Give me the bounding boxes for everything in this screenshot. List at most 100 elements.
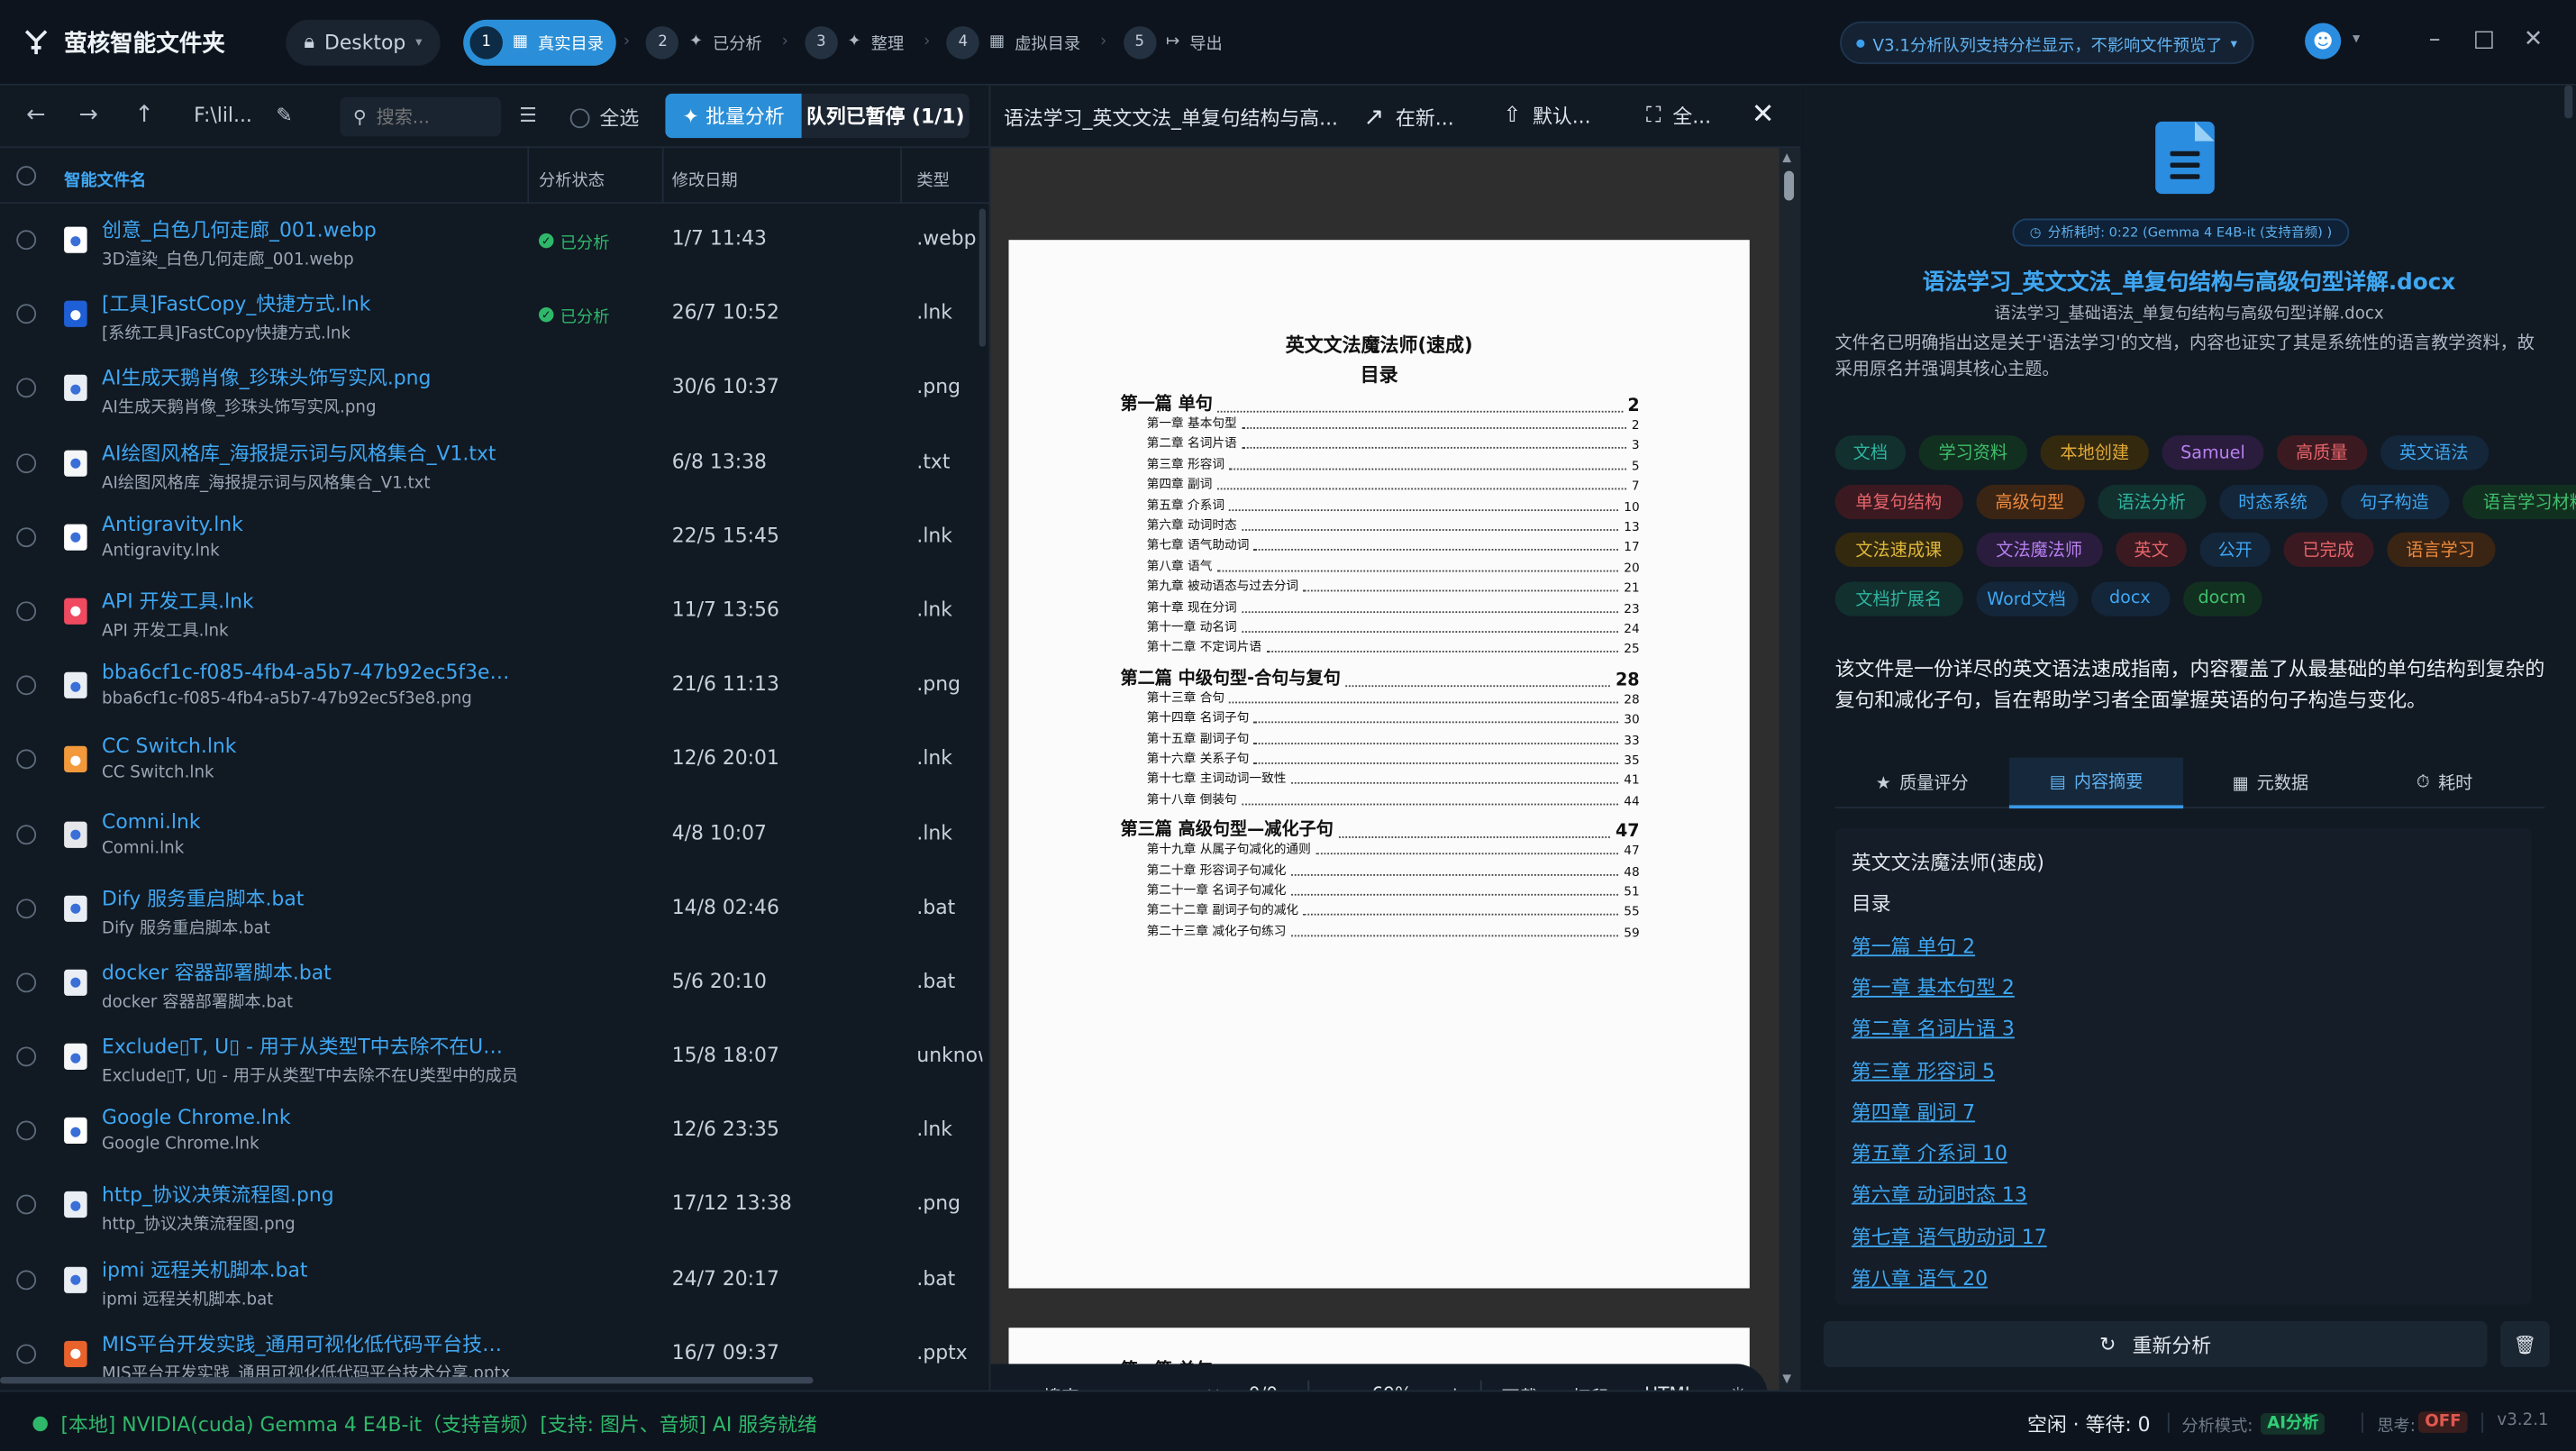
vertical-scrollbar[interactable] — [979, 208, 986, 347]
version-notice[interactable]: V3.1分析队列支持分栏显示，不影响文件预览了 ▾ — [1840, 21, 2254, 65]
list-view-icon[interactable]: ☰ — [519, 104, 537, 127]
header-checkbox[interactable] — [16, 166, 37, 187]
content-link[interactable]: 第七章 语气助动词 17 — [1852, 1222, 2047, 1250]
tag-chip[interactable]: 文法速成课 — [1834, 532, 1962, 568]
up-arrow-icon[interactable]: ↑ — [135, 102, 154, 128]
table-row[interactable]: ● Antigravity.lnk Antigravity.lnk 22/5 1… — [0, 501, 989, 575]
row-checkbox[interactable] — [16, 526, 37, 547]
table-row[interactable]: ● Comni.lnk Comni.lnk 4/8 10:07 .lnk — [0, 798, 989, 872]
table-row[interactable]: ● bba6cf1c-f085-4fb4-a5b7-47b92ec5f3e8.p… — [0, 649, 989, 723]
row-checkbox[interactable] — [16, 230, 37, 251]
table-row[interactable]: ● API 开发工具.lnk API 开发工具.lnk 11/7 13:56 .… — [0, 575, 989, 649]
step-virtual-directory[interactable]: 4 ▦ 虚拟目录 — [940, 19, 1093, 65]
table-row[interactable]: ● Dify 服务重启脚本.bat Dify 服务重启脚本.bat 14/8 0… — [0, 872, 989, 946]
file-name[interactable]: bba6cf1c-f085-4fb4-a5b7-47b92ec5f3e8.png — [102, 661, 513, 684]
content-link[interactable]: 第五章 介系词 10 — [1852, 1139, 2007, 1167]
step-analyzed[interactable]: 2 ✦ 已分析 — [640, 19, 775, 65]
tag-chip[interactable]: 语言学习 — [2386, 532, 2495, 568]
search-box[interactable]: ⚲ — [340, 96, 502, 137]
file-name[interactable]: docker 容器部署脚本.bat — [102, 958, 332, 986]
column-header-status[interactable]: 分析状态 — [539, 166, 605, 190]
content-link[interactable]: 第三章 形容词 5 — [1852, 1055, 1995, 1083]
file-name[interactable]: http_协议决策流程图.png — [102, 1181, 334, 1209]
column-header-name[interactable]: 智能文件名 — [64, 166, 146, 190]
close-preview-icon[interactable]: ✕ — [1752, 98, 1775, 131]
tag-chip[interactable]: 英文语法 — [2380, 435, 2489, 470]
row-checkbox[interactable] — [16, 824, 37, 844]
tag-chip[interactable]: 时态系统 — [2218, 483, 2327, 519]
think-toggle[interactable]: OFF — [2417, 1409, 2468, 1433]
mode-value[interactable]: AI分析 — [2260, 1409, 2326, 1435]
tag-chip[interactable]: 本地创建 — [2040, 435, 2149, 470]
row-checkbox[interactable] — [16, 379, 37, 398]
table-row[interactable]: ● AI生成天鹅肖像_珍珠头饰写实风.png AI生成天鹅肖像_珍珠头饰写实风.… — [0, 352, 989, 426]
file-name[interactable]: MIS平台开发实践_通用可视化低代码平台技术... — [102, 1329, 513, 1357]
scrollbar-thumb[interactable] — [1784, 170, 1795, 201]
select-all-checkbox[interactable] — [569, 107, 590, 128]
delete-icon[interactable]: 🗑︎ — [2500, 1320, 2550, 1367]
row-checkbox[interactable] — [16, 1120, 37, 1141]
back-arrow-icon[interactable]: ← — [26, 102, 45, 128]
step-export[interactable]: 5 ↦ 导出 — [1116, 19, 1235, 65]
table-row[interactable]: ● ipmi 远程关机脚本.bat ipmi 远程关机脚本.bat 24/7 2… — [0, 1244, 989, 1318]
table-row[interactable]: ● Google Chrome.lnk Google Chrome.lnk 12… — [0, 1095, 989, 1169]
content-link[interactable]: 第一篇 单句 2 — [1852, 931, 1975, 959]
select-all-toggle[interactable]: 全选 — [569, 104, 639, 132]
tab-content-summary[interactable]: ▤ 内容摘要 — [2008, 757, 2184, 809]
file-name[interactable]: CC Switch.lnk — [102, 735, 236, 759]
file-name[interactable]: Dify 服务重启脚本.bat — [102, 883, 304, 911]
content-link[interactable]: 第六章 动词时态 13 — [1852, 1181, 2027, 1209]
content-link[interactable]: 第八章 语气 20 — [1852, 1264, 1988, 1291]
scroll-down-icon[interactable]: ▼ — [1782, 1372, 1791, 1385]
tag-chip[interactable]: 公开 — [2199, 532, 2271, 568]
tag-chip[interactable]: 已完成 — [2283, 532, 2373, 568]
tag-chip[interactable]: 英文 — [2116, 532, 2187, 568]
file-name[interactable]: [工具]FastCopy_快捷方式.lnk — [102, 289, 370, 317]
fullscreen-button[interactable]: ⛶ 全... — [1646, 102, 1711, 130]
row-checkbox[interactable] — [16, 601, 37, 622]
minimize-icon[interactable]: – — [2420, 26, 2450, 52]
file-name[interactable]: AI生成天鹅肖像_珍珠头饰写实风.png — [102, 364, 431, 392]
scroll-up-icon[interactable]: ▲ — [1782, 151, 1791, 165]
tag-chip[interactable]: 句子构造 — [2340, 483, 2449, 519]
chevron-down-icon[interactable]: ▾ — [2353, 32, 2360, 48]
row-checkbox[interactable] — [16, 675, 37, 696]
open-default-button[interactable]: ⇧ 默认... — [1503, 102, 1590, 130]
column-divider[interactable] — [900, 148, 902, 205]
file-name[interactable]: ipmi 远程关机脚本.bat — [102, 1255, 307, 1282]
edit-path-icon[interactable]: ✎ — [276, 104, 292, 127]
file-name[interactable]: AI绘图风格库_海报提示词与风格集合_V1.txt — [102, 438, 496, 466]
tag-chip[interactable]: Word文档 — [1975, 580, 2078, 616]
smart-filename[interactable]: 语法学习_英文文法_单复句结构与高级句型详解.docx — [1802, 263, 2576, 296]
table-row[interactable]: ● CC Switch.lnk CC Switch.lnk 12/6 20:01… — [0, 724, 989, 798]
content-link[interactable]: 第二章 名词片语 3 — [1852, 1014, 2015, 1042]
tag-chip[interactable]: docx — [2090, 580, 2170, 616]
queue-status-button[interactable]: 队列已暂停 (1/1) — [801, 93, 969, 139]
extracted-content[interactable]: 英文文法魔法师(速成) 目录 第一篇 单句 2 第一章 基本句型 2 第二章 名词片语 … — [1834, 827, 2532, 1305]
row-checkbox[interactable] — [16, 1344, 37, 1364]
step-organize[interactable]: 3 ✦ 整理 — [798, 19, 917, 65]
tag-chip[interactable]: docm — [2182, 580, 2262, 616]
detail-scrollbar[interactable] — [2564, 85, 2573, 119]
document-viewport[interactable]: 英文文法魔法师(速成) 目录 第一篇 单句 2 第一章 基本句型 2 第二章 名词片语 3… — [990, 148, 1780, 1427]
content-link[interactable]: 第一章 基本句型 2 — [1852, 972, 2015, 1000]
close-icon[interactable]: ✕ — [2518, 26, 2548, 52]
tag-chip[interactable]: Samuel — [2162, 435, 2264, 470]
column-header-date[interactable]: 修改日期 — [672, 166, 738, 190]
open-new-window-button[interactable]: ↗ 在新... — [1363, 102, 1453, 132]
tab-quality-score[interactable]: ★ 质量评分 — [1835, 758, 2009, 809]
file-name[interactable]: Exclude▯T, U▯ - 用于从类型T中去除不在U类... — [102, 1032, 513, 1060]
row-checkbox[interactable] — [16, 898, 37, 918]
horizontal-scrollbar[interactable] — [0, 1376, 814, 1384]
row-checkbox[interactable] — [16, 749, 37, 770]
file-name[interactable]: API 开发工具.lnk — [102, 587, 254, 615]
column-header-type[interactable]: 类型 — [916, 166, 949, 190]
preview-scrollbar[interactable]: ▲ ▼ — [1779, 148, 1801, 1391]
content-link[interactable]: 第四章 副词 7 — [1852, 1098, 1975, 1126]
tab-metadata[interactable]: ▦ 元数据 — [2183, 758, 2357, 809]
row-checkbox[interactable] — [16, 972, 37, 993]
table-row[interactable]: ● [工具]FastCopy_快捷方式.lnk [系统工具]FastCopy快捷… — [0, 278, 989, 351]
table-row[interactable]: ● Exclude▯T, U▯ - 用于从类型T中去除不在U类... Exclu… — [0, 1020, 989, 1094]
table-row[interactable]: ● http_协议决策流程图.png http_协议决策流程图.png 17/1… — [0, 1169, 989, 1243]
file-name[interactable]: 创意_白色几何走廊_001.webp — [102, 215, 377, 243]
